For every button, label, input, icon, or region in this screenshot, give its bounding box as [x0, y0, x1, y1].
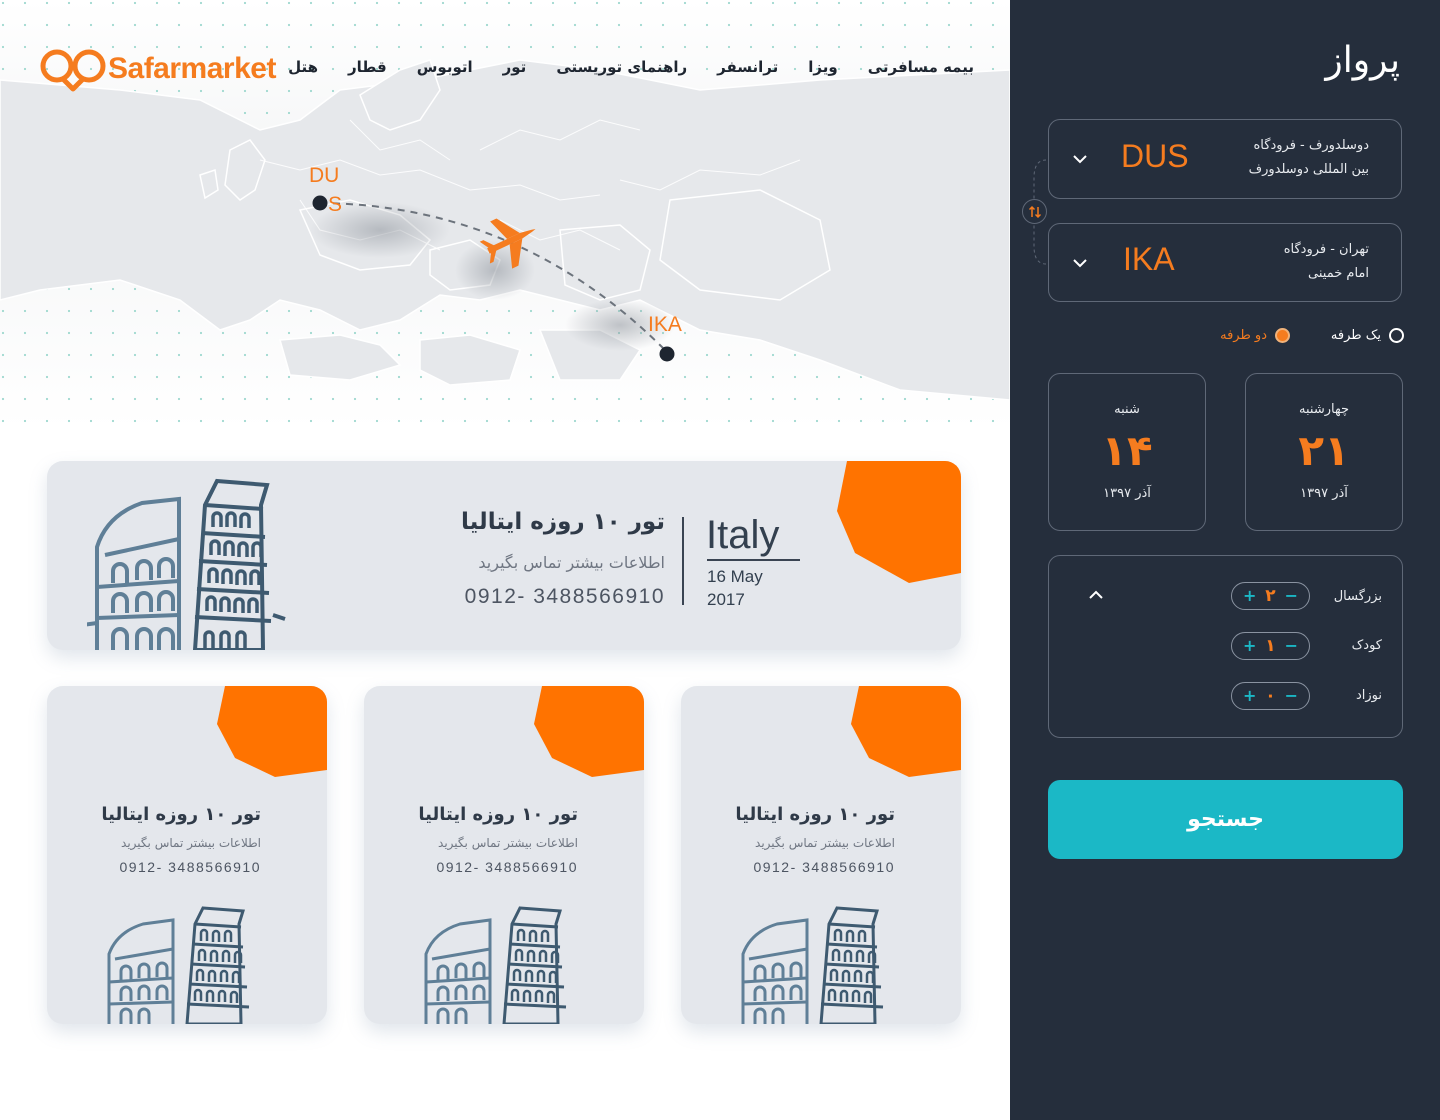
featured-tour-card[interactable]: تور ۱۰ روزه ایتالیا اطلاعات بیشتر تماس ب… — [47, 461, 961, 650]
adult-count: ۲ — [1265, 585, 1276, 606]
flight-search-panel: پرواز دوسلدورف - فرودگاه بین المللی دوسل… — [1010, 0, 1440, 1120]
increment-button[interactable]: + — [1243, 688, 1256, 704]
nav-train[interactable]: قطار — [348, 58, 387, 76]
destination-marker — [659, 346, 675, 362]
featured-date-year: 2017 — [707, 590, 745, 609]
nav-tour[interactable]: تور — [503, 58, 527, 76]
nav-visa[interactable]: ویزا — [808, 58, 837, 76]
infant-stepper: + ۰ − — [1231, 682, 1310, 710]
swap-icon — [1028, 205, 1041, 218]
radio-circle-selected — [1275, 328, 1290, 343]
colosseum-tower-illustration — [87, 478, 286, 650]
colosseum-tower-illustration — [107, 906, 250, 1024]
colosseum-tower-illustration — [424, 906, 567, 1024]
passenger-selector: بزرگسال + ۲ − کودک + ۱ − نوزاد + ۰ − — [1048, 555, 1403, 738]
origin-code-line1: DU — [309, 164, 340, 187]
featured-country-underline — [707, 559, 800, 561]
brand-logo[interactable]: Safarmarket — [40, 46, 276, 92]
card-corner-shape — [837, 461, 961, 583]
origin-name-line1: دوسلدورف - فرودگاه — [1253, 138, 1370, 153]
return-date-picker[interactable]: شنبه ۱۴ آذر ۱۳۹۷ — [1048, 373, 1206, 531]
tour-card-phone: 0912- 3488566910 — [753, 859, 895, 875]
child-label: کودک — [1351, 638, 1382, 653]
brand-name: Safarmarket — [108, 52, 276, 85]
panel-title: پرواز — [1325, 40, 1400, 81]
round-trip-radio[interactable]: دو طرفه — [1220, 328, 1290, 343]
tour-card-title: تور ۱۰ روزه ایتالیا — [101, 804, 261, 825]
main-nav: هتل قطار اتوبوس تور راهنمای توریستی تران… — [288, 58, 974, 76]
featured-date-day: 16 May — [707, 567, 763, 586]
increment-button[interactable]: + — [1243, 638, 1256, 654]
origin-select[interactable]: دوسلدورف - فرودگاه بین المللی دوسلدورف D… — [1048, 119, 1402, 199]
departure-day: ۲۱ — [1298, 426, 1350, 475]
departure-month: آذر ۱۳۹۷ — [1300, 486, 1348, 501]
destination-name-line1: تهران - فرودگاه — [1283, 242, 1369, 257]
nav-hotel[interactable]: هتل — [288, 58, 318, 76]
chevron-up-icon[interactable] — [1087, 588, 1105, 602]
featured-divider — [682, 517, 684, 605]
tour-card-subtitle: اطلاعات بیشتر تماس بگیرید — [755, 836, 895, 850]
nav-transfer[interactable]: ترانسفر — [717, 58, 778, 76]
nav-travel-insurance[interactable]: بیمه مسافرتی — [868, 58, 974, 76]
destination-code: IKA — [648, 313, 682, 336]
infant-count: ۰ — [1265, 685, 1276, 706]
logo-icon — [40, 49, 106, 92]
card-corner-shape — [217, 686, 327, 777]
destination-select[interactable]: تهران - فرودگاه امام خمینی IKA — [1048, 223, 1402, 302]
decrement-button[interactable]: − — [1285, 638, 1298, 654]
return-day: ۱۴ — [1101, 426, 1153, 475]
departure-date-picker[interactable]: چهارشنبه ۲۱ آذر ۱۳۹۷ — [1245, 373, 1403, 531]
decrement-button[interactable]: − — [1285, 688, 1298, 704]
tour-card-title: تور ۱۰ روزه ایتالیا — [418, 804, 578, 825]
tour-card-subtitle: اطلاعات بیشتر تماس بگیرید — [438, 836, 578, 850]
destination-name-line2: امام خمینی — [1308, 266, 1369, 281]
adult-label: بزرگسال — [1333, 589, 1382, 604]
swap-airports-button[interactable] — [1022, 199, 1047, 224]
destination-code: IKA — [1123, 241, 1175, 277]
featured-date: 16 May 2017 — [707, 565, 763, 611]
origin-name: دوسلدورف - فرودگاه بین المللی دوسلدورف — [1249, 134, 1369, 182]
card-corner-shape — [851, 686, 961, 777]
main-content: DU S IKA Safarmarket هتل قطار اتوبوس تور… — [0, 0, 1010, 1120]
featured-tour-phone: 0912- 3488566910 — [464, 585, 665, 608]
featured-tour-title: تور ۱۰ روزه ایتالیا — [461, 509, 665, 535]
origin-marker — [312, 195, 328, 211]
child-count: ۱ — [1265, 635, 1276, 656]
nav-bus[interactable]: اتوبوس — [417, 58, 473, 76]
destination-name: تهران - فرودگاه امام خمینی — [1284, 238, 1369, 286]
return-month: آذر ۱۳۹۷ — [1103, 486, 1151, 501]
featured-tour-subtitle: اطلاعات بیشتر تماس بگیرید — [478, 553, 665, 572]
origin-code-line2: S — [328, 193, 343, 216]
one-way-label: یک طرفه — [1330, 328, 1381, 343]
round-trip-label: دو طرفه — [1220, 328, 1267, 343]
infant-label: نوزاد — [1355, 688, 1382, 703]
tour-card[interactable]: تور ۱۰ روزه ایتالیا اطلاعات بیشتر تماس ب… — [681, 686, 961, 1024]
origin-code: DUS — [1121, 138, 1189, 174]
card-corner-shape — [534, 686, 644, 777]
search-button[interactable]: جستجو — [1048, 780, 1403, 859]
chevron-down-icon[interactable] — [1071, 256, 1089, 270]
one-way-radio[interactable]: یک طرفه — [1331, 328, 1404, 343]
radio-circle — [1389, 328, 1404, 343]
departure-weekday: چهارشنبه — [1299, 402, 1349, 417]
decrement-button[interactable]: − — [1285, 588, 1298, 604]
increment-button[interactable]: + — [1243, 588, 1256, 604]
tour-card[interactable]: تور ۱۰ روزه ایتالیا اطلاعات بیشتر تماس ب… — [47, 686, 327, 1024]
nav-tourist-guide[interactable]: راهنمای توریستی — [556, 58, 687, 76]
colosseum-tower-illustration — [741, 906, 884, 1024]
tour-card-subtitle: اطلاعات بیشتر تماس بگیرید — [121, 836, 261, 850]
origin-name-line2: بین المللی دوسلدورف — [1248, 162, 1369, 177]
featured-country: Italy — [706, 513, 780, 557]
tour-card-title: تور ۱۰ روزه ایتالیا — [735, 804, 895, 825]
tour-card-phone: 0912- 3488566910 — [436, 859, 578, 875]
tour-card[interactable]: تور ۱۰ روزه ایتالیا اطلاعات بیشتر تماس ب… — [364, 686, 644, 1024]
child-stepper: + ۱ − — [1231, 632, 1310, 660]
return-weekday: شنبه — [1114, 402, 1140, 417]
tour-card-phone: 0912- 3488566910 — [119, 859, 261, 875]
adult-stepper: + ۲ − — [1231, 582, 1310, 610]
chevron-down-icon[interactable] — [1071, 152, 1089, 166]
